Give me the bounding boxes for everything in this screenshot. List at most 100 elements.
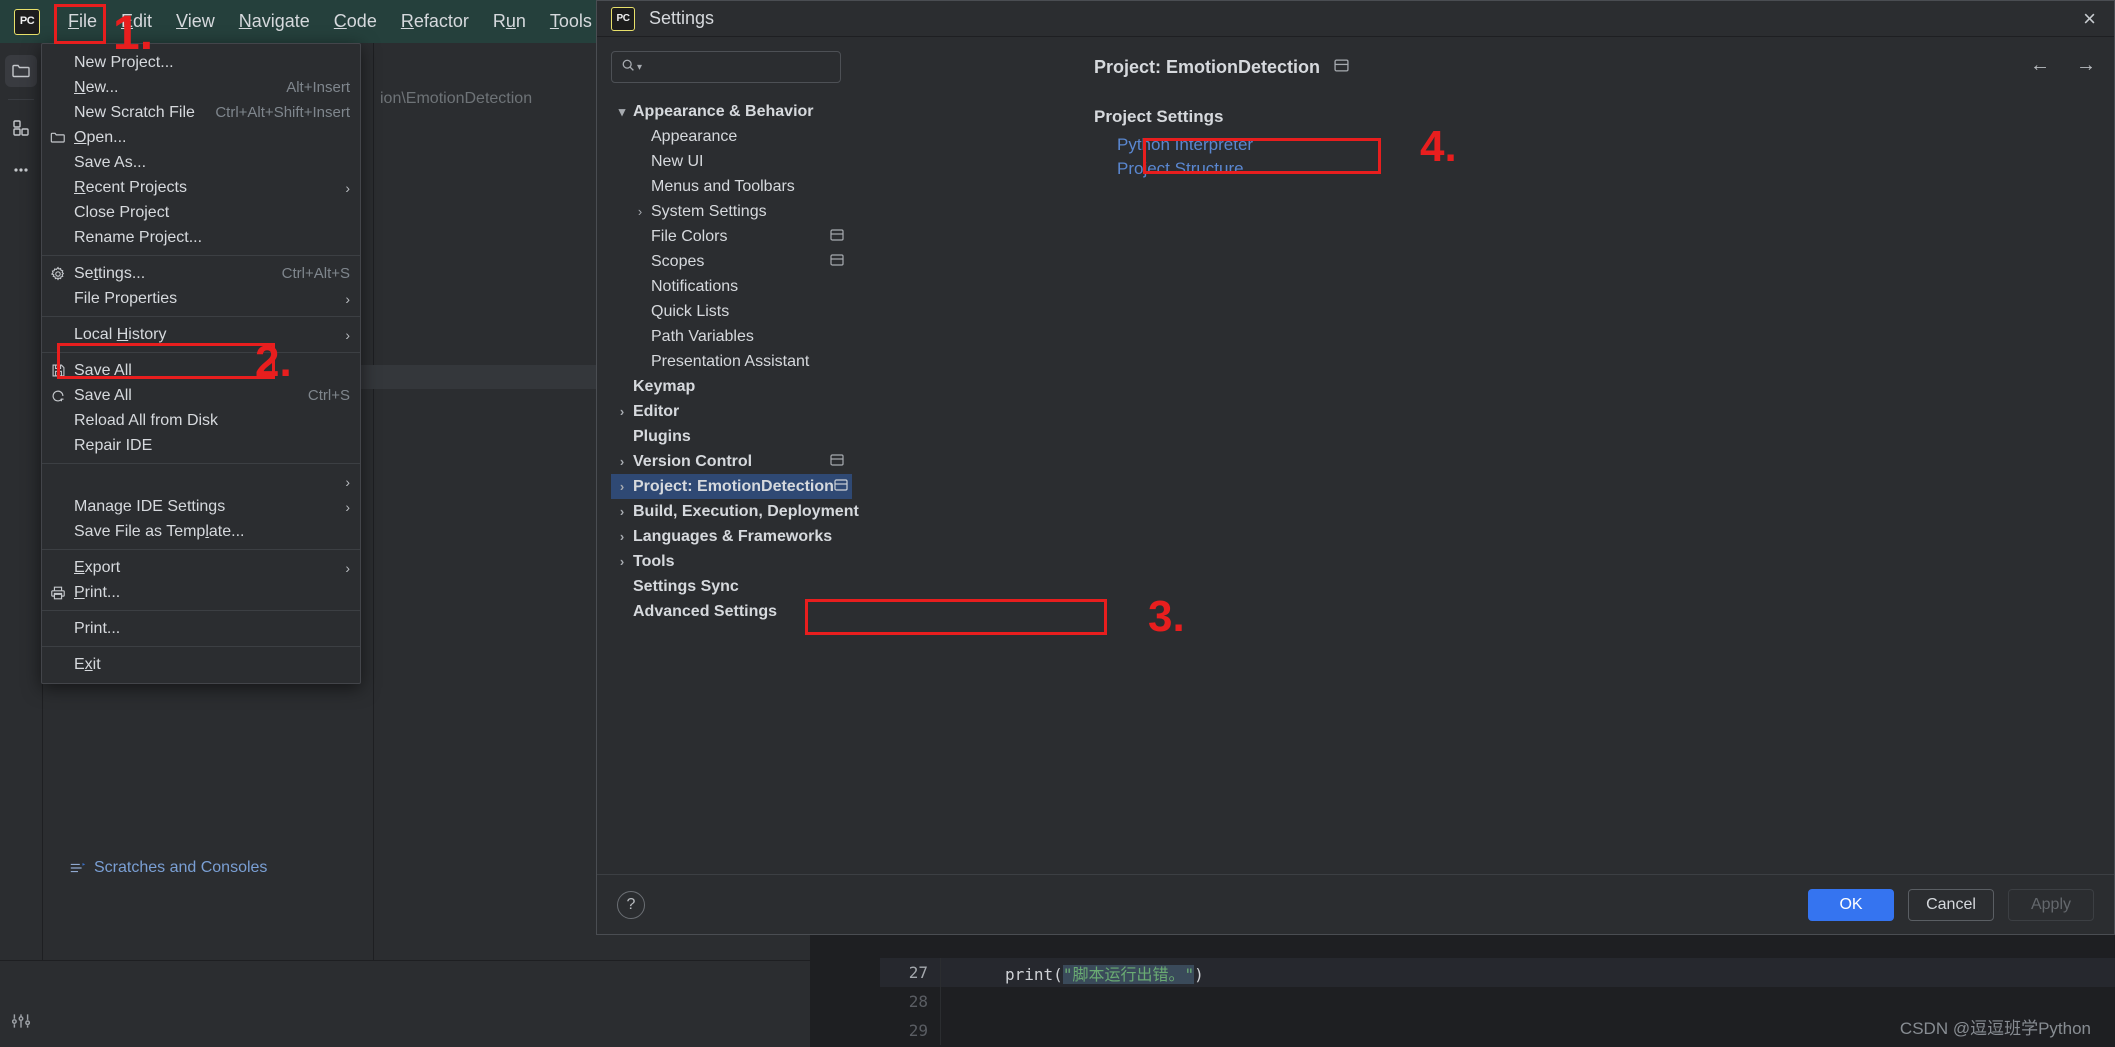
- settings-dialog: PC Settings × ▾ ▾Appearance & Behavior: [596, 0, 2115, 935]
- tree-item-languages-and-frameworks[interactable]: ›Languages & Frameworks: [611, 524, 852, 549]
- project-scope-icon: [830, 229, 844, 244]
- ok-button[interactable]: OK: [1808, 889, 1894, 921]
- menubar-item-navigate[interactable]: Navigate: [227, 7, 322, 36]
- menu-item-new-projects-setup[interactable]: Manage IDE Settings ›: [42, 494, 360, 519]
- menubar-item-edit[interactable]: Edit: [109, 7, 164, 36]
- menu-item-local-history[interactable]: Local History ›: [42, 322, 360, 347]
- more-tool-windows-icon[interactable]: [5, 154, 37, 186]
- code-line[interactable]: 27 print("脚本运行出错。"): [880, 958, 2115, 987]
- chevron-right-icon[interactable]: ›: [629, 204, 651, 219]
- menu-item-close-project[interactable]: Close Project: [42, 200, 360, 225]
- menu-item-label: Manage IDE Settings: [74, 498, 331, 516]
- tree-item-tools[interactable]: ›Tools: [611, 549, 852, 574]
- tree-item-label: Quick Lists: [651, 303, 729, 321]
- cancel-button[interactable]: Cancel: [1908, 889, 1994, 921]
- project-tool-window-icon[interactable]: [5, 55, 37, 87]
- chevron-right-icon[interactable]: ›: [611, 554, 633, 569]
- menu-item-reload-all-from-disk[interactable]: Save All Ctrl+S: [42, 383, 360, 408]
- tree-item-version-control[interactable]: ›Version Control: [611, 449, 852, 474]
- menu-item-save-as[interactable]: Save As...: [42, 150, 360, 175]
- chevron-down-icon[interactable]: ▾: [637, 62, 642, 73]
- menu-item-print[interactable]: Print...: [42, 580, 360, 605]
- menu-item-label: Repair IDE: [74, 437, 350, 455]
- menu-item-new-project[interactable]: New Project...: [42, 50, 360, 75]
- help-button[interactable]: ?: [617, 891, 645, 919]
- tree-item-notifications[interactable]: Notifications: [611, 274, 852, 299]
- menu-item-file-properties[interactable]: File Properties ›: [42, 286, 360, 311]
- menu-item-open[interactable]: Open...: [42, 125, 360, 150]
- code-line[interactable]: 28: [880, 987, 2115, 1016]
- tree-item-appearance-and-behavior[interactable]: ▾Appearance & Behavior: [611, 99, 852, 124]
- gutter-divider: [940, 1016, 941, 1045]
- nav-forward-arrow-icon[interactable]: →: [2076, 55, 2096, 75]
- tree-item-keymap[interactable]: Keymap: [611, 374, 852, 399]
- menu-item-settings[interactable]: Settings... Ctrl+Alt+S: [42, 261, 360, 286]
- chevron-right-icon[interactable]: ›: [611, 454, 633, 469]
- tree-item-file-colors[interactable]: File Colors: [611, 224, 852, 249]
- menubar-item-tools[interactable]: Tools: [538, 7, 604, 36]
- pycharm-logo-icon: PC: [611, 7, 635, 31]
- tree-item-menus-and-toolbars[interactable]: Menus and Toolbars: [611, 174, 852, 199]
- menu-item-new[interactable]: New... Alt+Insert: [42, 75, 360, 100]
- menu-item-invalidate-caches[interactable]: Repair IDE: [42, 433, 360, 458]
- link-project-structure[interactable]: Project Structure: [852, 159, 1244, 179]
- menu-item-new-scratch-file[interactable]: New Scratch File Ctrl+Alt+Shift+Insert: [42, 100, 360, 125]
- apply-button: Apply: [2008, 889, 2094, 921]
- chevron-down-icon[interactable]: ▾: [611, 104, 633, 120]
- tree-item-label: Project: EmotionDetection: [633, 478, 834, 496]
- tree-item-advanced-settings[interactable]: Advanced Settings: [611, 599, 852, 624]
- reload-icon: [42, 388, 74, 404]
- tree-item-build-execution-deployment[interactable]: ›Build, Execution, Deployment: [611, 499, 852, 524]
- tree-item-presentation-assistant[interactable]: Presentation Assistant: [611, 349, 852, 374]
- tree-item-settings-sync[interactable]: Settings Sync: [611, 574, 852, 599]
- chevron-right-icon[interactable]: ›: [611, 504, 633, 519]
- menubar-item-view[interactable]: View: [164, 7, 227, 36]
- link-python-interpreter[interactable]: Python Interpreter: [852, 135, 1253, 155]
- menu-item-manage-ide-settings[interactable]: ›: [42, 469, 360, 494]
- menubar-item-run[interactable]: Run: [481, 7, 538, 36]
- menu-item-rename-project[interactable]: Rename Project...: [42, 225, 360, 250]
- tree-item-label: Presentation Assistant: [651, 353, 809, 371]
- menu-item-label: Save All: [74, 387, 294, 405]
- tree-item-label: Settings Sync: [633, 578, 739, 596]
- chevron-right-icon[interactable]: ›: [611, 529, 633, 544]
- menu-item-recent-projects[interactable]: Recent Projects ›: [42, 175, 360, 200]
- tree-item-label: System Settings: [651, 203, 767, 221]
- menu-item-save-file-as-template[interactable]: Save File as Template...: [42, 519, 360, 544]
- tree-item-path-variables[interactable]: Path Variables: [611, 324, 852, 349]
- settings-search-box[interactable]: ▾: [611, 51, 841, 83]
- chevron-right-icon[interactable]: ›: [611, 479, 633, 494]
- nav-back-arrow-icon[interactable]: ←: [2030, 55, 2050, 75]
- tree-item-plugins[interactable]: Plugins: [611, 424, 852, 449]
- project-node-scratches-and-consoles[interactable]: Scratches and Consoles: [62, 855, 362, 880]
- plugins-tool-window-icon[interactable]: [5, 112, 37, 144]
- ide-left-toolwindow-rail: [0, 43, 43, 1047]
- menubar-item-code[interactable]: Code: [322, 7, 389, 36]
- line-number: 29: [880, 1021, 940, 1040]
- csdn-watermark: CSDN @逗逗班学Python: [1900, 1014, 2091, 1039]
- menu-item-exit[interactable]: Exit: [42, 652, 360, 677]
- tree-item-editor[interactable]: ›Editor: [611, 399, 852, 424]
- chevron-right-icon[interactable]: ›: [611, 404, 633, 419]
- menubar-item-refactor[interactable]: Refactor: [389, 7, 481, 36]
- menu-item-label: Save As...: [74, 154, 350, 172]
- menu-item-label: Settings...: [74, 265, 268, 283]
- tree-item-quick-lists[interactable]: Quick Lists: [611, 299, 852, 324]
- close-icon[interactable]: ×: [2083, 8, 2096, 30]
- search-input[interactable]: [648, 59, 823, 76]
- tree-item-project-emotiondetection[interactable]: ›Project: EmotionDetection: [611, 474, 852, 499]
- tree-item-appearance[interactable]: Appearance: [611, 124, 852, 149]
- menu-item-power-save-mode[interactable]: Print...: [42, 616, 360, 641]
- tree-item-new-ui[interactable]: New UI: [611, 149, 852, 174]
- project-settings-section-title: Project Settings: [852, 107, 2114, 127]
- menu-item-repair-ide[interactable]: Reload All from Disk: [42, 408, 360, 433]
- menubar-item-file[interactable]: File: [56, 7, 109, 36]
- menu-item-accel: Alt+Insert: [286, 79, 350, 96]
- menu-item-save-all[interactable]: Save All: [42, 358, 360, 383]
- tree-item-scopes[interactable]: Scopes: [611, 249, 852, 274]
- menu-item-label: Open...: [74, 129, 336, 147]
- tree-item-system-settings[interactable]: ›System Settings: [611, 199, 852, 224]
- settings-rail-icon[interactable]: [10, 1010, 34, 1034]
- menu-item-export[interactable]: Export ›: [42, 555, 360, 580]
- save-icon: [42, 363, 74, 378]
